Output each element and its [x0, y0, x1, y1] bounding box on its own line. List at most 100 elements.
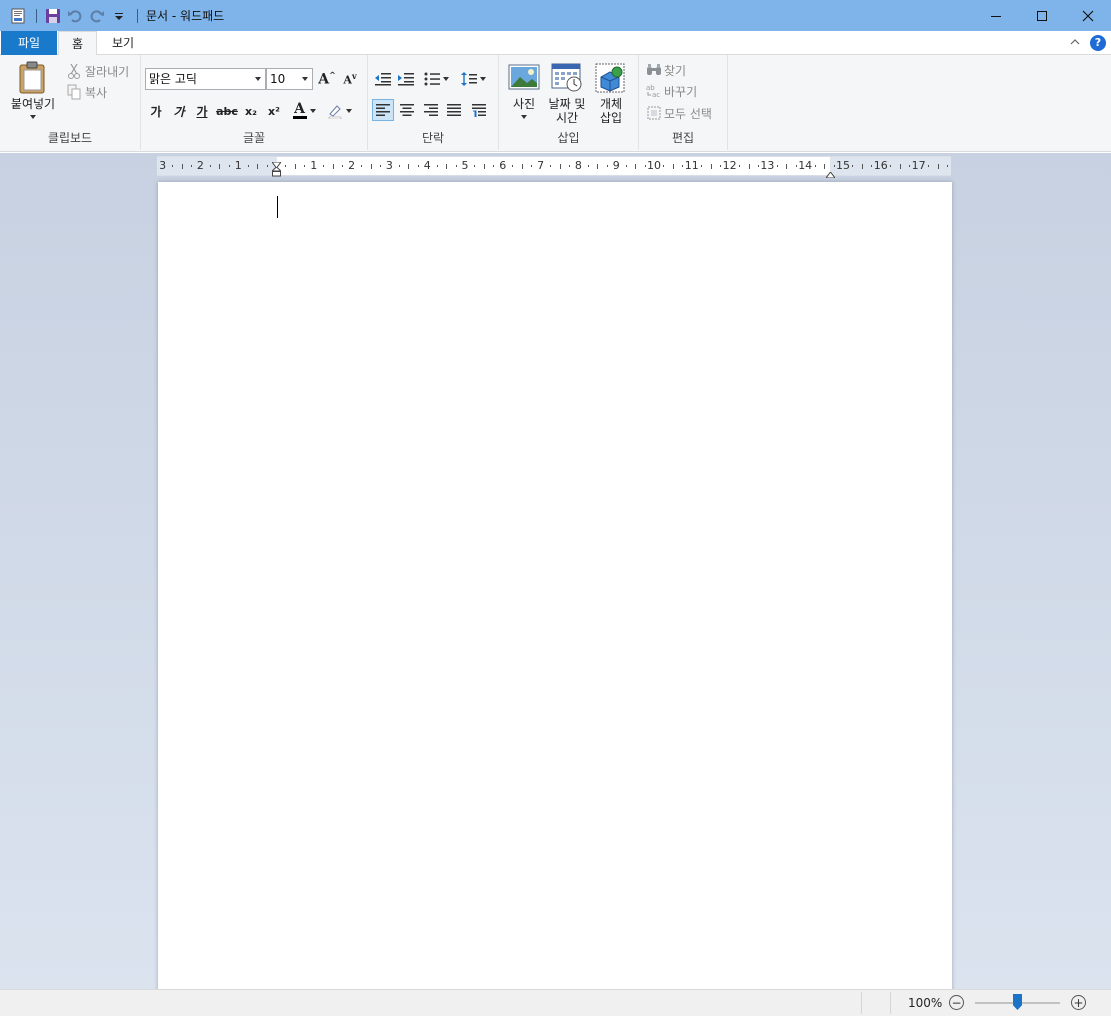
tab-home[interactable]: 홈	[58, 31, 97, 56]
ruler-number: 8	[574, 159, 582, 172]
document-area: 3 2 1 1 2 3 4 5 6 7 8 9 10 11 12 13 14 15 16 17	[0, 153, 1111, 989]
copy-button[interactable]: 복사	[63, 82, 107, 102]
right-indent-marker[interactable]	[825, 167, 836, 181]
ruler-tick	[568, 165, 570, 167]
ruler-tick	[644, 165, 646, 167]
justify-button[interactable]	[443, 99, 465, 121]
zoom-slider-thumb[interactable]	[1013, 994, 1022, 1010]
replace-button[interactable]: ab ac 바꾸기	[644, 81, 697, 101]
ribbon-tab-row: 파일 홈 보기 ?	[0, 31, 1111, 56]
plus-icon: +	[1073, 995, 1084, 1010]
subscript-button[interactable]: x₂	[240, 100, 262, 122]
ruler-tick	[757, 165, 759, 167]
insert-datetime-button[interactable]: 날짜 및 시간	[544, 63, 590, 125]
close-icon	[1082, 10, 1094, 21]
undo-icon[interactable]	[65, 6, 85, 26]
italic-label: 가	[173, 104, 185, 119]
align-left-button[interactable]	[372, 99, 394, 121]
insert-picture-dropdown-icon[interactable]	[521, 115, 527, 119]
insert-object-button[interactable]: 개체 삽입	[591, 63, 631, 125]
ruler[interactable]: 3 2 1 1 2 3 4 5 6 7 8 9 10 11 12 13 14 15 16 17	[157, 156, 951, 179]
document-page[interactable]	[158, 182, 952, 989]
ruler-tick	[417, 165, 419, 167]
font-size-value: 10	[270, 72, 286, 86]
wordpad-app-icon[interactable]	[8, 6, 28, 26]
font-color-button[interactable]: A	[289, 100, 319, 122]
font-color-dropdown-icon[interactable]	[309, 109, 316, 113]
paste-dropdown-icon[interactable]	[30, 115, 36, 119]
ruler-tick	[455, 165, 457, 167]
ruler-tick	[361, 165, 363, 167]
font-size-dropdown-icon[interactable]	[302, 77, 308, 81]
ruler-tick	[748, 163, 750, 169]
list-dropdown-icon[interactable]	[442, 77, 449, 81]
ruler-tick	[512, 165, 514, 167]
ruler-tick	[606, 165, 608, 167]
ruler-tick	[701, 165, 703, 167]
customize-quick-access-icon[interactable]	[109, 6, 129, 26]
zoom-in-button[interactable]: +	[1071, 995, 1086, 1010]
insert-object-label-2: 삽입	[599, 111, 623, 125]
minimize-button[interactable]	[973, 0, 1019, 31]
insert-object-label-1: 개체	[599, 97, 623, 111]
window-controls	[973, 0, 1111, 31]
editing-group-label: 편집	[671, 131, 695, 145]
decrease-indent-button[interactable]	[372, 68, 394, 90]
ruler-tick	[776, 165, 778, 167]
highlight-button[interactable]	[324, 100, 354, 122]
paragraph-icon	[472, 104, 486, 117]
ruler-tick	[493, 165, 495, 167]
cut-button[interactable]: 잘라내기	[63, 61, 129, 81]
line-spacing-button[interactable]	[457, 68, 489, 90]
svg-text:ac: ac	[652, 91, 660, 98]
ruler-tick	[550, 165, 552, 167]
paragraph-settings-button[interactable]	[468, 99, 490, 121]
highlight-dropdown-icon[interactable]	[345, 109, 352, 113]
align-right-icon	[424, 104, 438, 116]
save-icon[interactable]	[43, 6, 63, 26]
collapse-ribbon-icon[interactable]	[1067, 34, 1083, 50]
increase-indent-button[interactable]	[395, 68, 417, 90]
line-spacing-dropdown-icon[interactable]	[479, 77, 486, 81]
grow-font-icon: A^	[318, 70, 336, 88]
ruler-tick	[436, 165, 438, 167]
tab-file[interactable]: 파일	[1, 31, 57, 55]
subscript-label: x₂	[245, 104, 257, 118]
bold-button[interactable]: 가	[145, 100, 167, 122]
shrink-font-button[interactable]: Av	[339, 68, 361, 90]
maximize-button[interactable]	[1019, 0, 1065, 31]
left-indent-marker[interactable]	[270, 166, 283, 180]
align-right-button[interactable]	[420, 99, 442, 121]
help-icon[interactable]: ?	[1090, 35, 1106, 51]
ruler-tick	[899, 163, 901, 169]
bold-label: 가	[150, 104, 162, 119]
font-family-combo[interactable]: 맑은 고딕	[145, 68, 266, 90]
redo-icon[interactable]	[87, 6, 107, 26]
paste-button[interactable]: 붙여넣기	[6, 61, 60, 119]
ruler-tick	[172, 165, 174, 167]
zoom-out-button[interactable]: −	[949, 995, 964, 1010]
grow-font-button[interactable]: A^	[316, 68, 338, 90]
paragraph-group: 단락	[368, 55, 499, 150]
italic-button[interactable]: 가	[168, 100, 190, 122]
tab-view[interactable]: 보기	[100, 31, 146, 55]
ruler-tick	[257, 163, 259, 169]
select-all-button[interactable]: 모두 선택	[644, 103, 712, 123]
font-size-combo[interactable]: 10	[266, 68, 313, 90]
close-button[interactable]	[1065, 0, 1111, 31]
ruler-tick	[474, 165, 476, 167]
copy-icon	[63, 81, 85, 103]
strikethrough-button[interactable]: abc	[216, 100, 238, 122]
list-button[interactable]	[420, 68, 452, 90]
ruler-tick	[928, 165, 930, 167]
ruler-tick	[266, 165, 268, 167]
underline-button[interactable]: 가	[191, 100, 213, 122]
ruler-number: 15	[836, 159, 850, 172]
ruler-tick	[710, 163, 712, 169]
ruler-tick	[597, 163, 599, 169]
find-button[interactable]: 찾기	[644, 60, 686, 80]
align-center-button[interactable]	[396, 99, 418, 121]
superscript-button[interactable]: x²	[263, 100, 285, 122]
font-family-dropdown-icon[interactable]	[255, 77, 261, 81]
insert-picture-button[interactable]: 사진	[505, 63, 543, 119]
